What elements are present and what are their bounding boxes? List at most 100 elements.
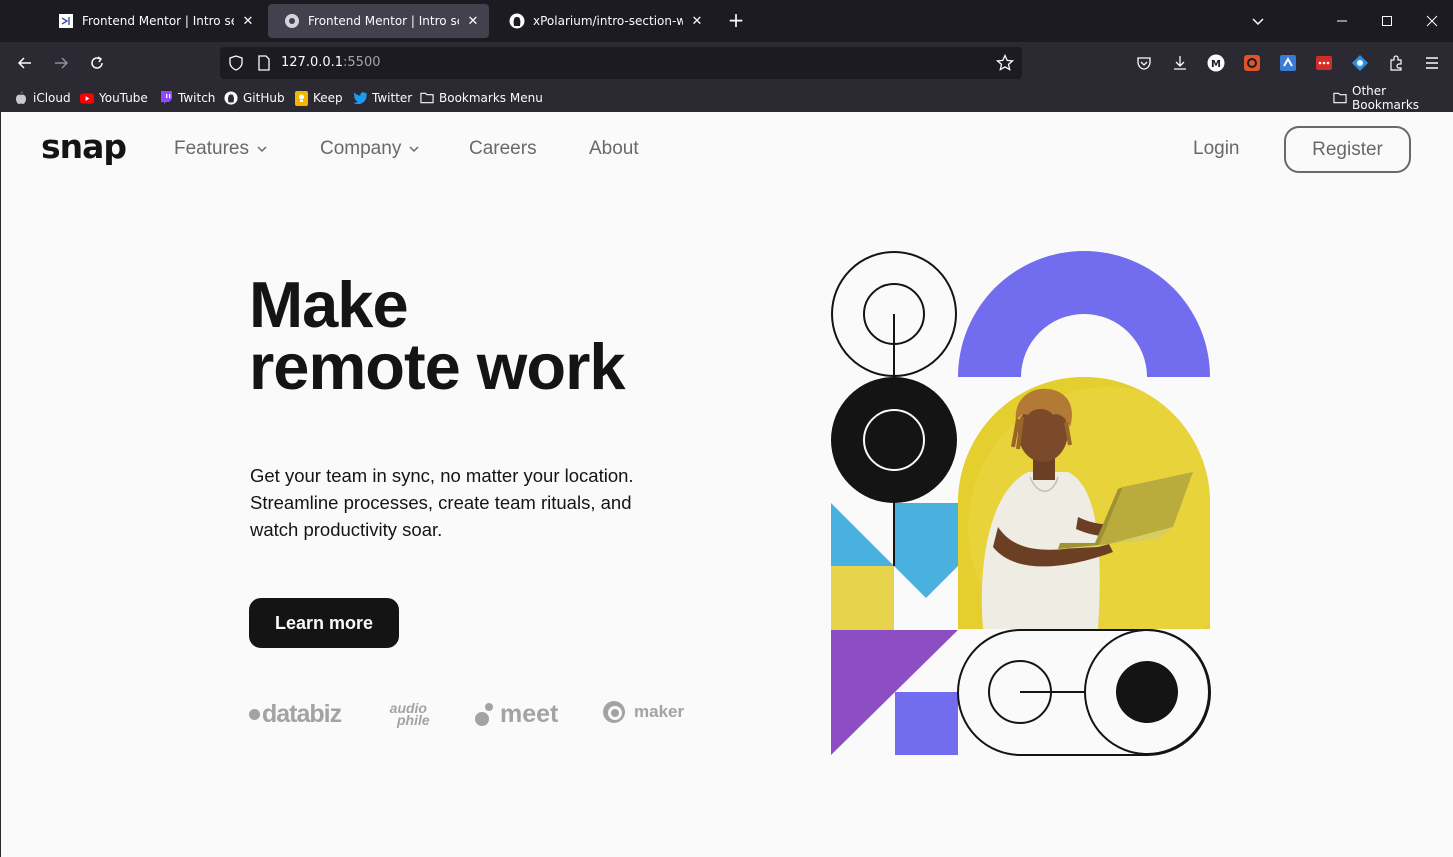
tab-title: xPolarium/intro-section-with-d (533, 14, 683, 28)
bookmark-github[interactable]: GitHub (224, 89, 285, 107)
nav-careers[interactable]: Careers (469, 138, 537, 160)
frontend-mentor-icon (58, 13, 74, 29)
page-viewport: snap Features Company Careers About Logi… (0, 112, 1453, 857)
tab-frontend-mentor-2[interactable]: Frontend Mentor | Intro section ✕ (268, 4, 489, 38)
new-tab-button[interactable]: + (726, 10, 746, 31)
client-maker-logo: maker (602, 700, 684, 724)
bookmark-label: Twitter (372, 91, 413, 105)
nav-company[interactable]: Company (320, 138, 419, 160)
tab-title: Frontend Mentor | Intro section (308, 14, 459, 28)
shield-icon[interactable] (228, 55, 244, 71)
download-icon[interactable] (1171, 54, 1189, 72)
medium-extension-icon[interactable]: M (1207, 54, 1225, 72)
snap-logo[interactable]: snap (41, 127, 127, 166)
register-button[interactable]: Register (1284, 126, 1411, 173)
meet-dots-icon (475, 702, 493, 726)
nav-features-label: Features (174, 138, 249, 159)
maker-text: maker (634, 702, 685, 721)
url-port: :5500 (343, 55, 381, 70)
bookmark-keep[interactable]: Keep (294, 89, 343, 107)
close-icon[interactable]: ✕ (240, 13, 256, 29)
chevron-down-icon (409, 145, 419, 152)
reload-icon[interactable] (85, 51, 109, 75)
hero-title-line-1: Make (249, 268, 409, 341)
bookmark-label: iCloud (33, 91, 71, 105)
bookmark-twitch[interactable]: Twitch (159, 89, 215, 107)
twitch-icon (159, 91, 173, 105)
bookmark-youtube[interactable]: YouTube (80, 89, 148, 107)
minimize-icon[interactable] (1333, 12, 1351, 30)
hero-title-line-2: remote work (249, 330, 626, 403)
menu-icon[interactable] (1423, 54, 1441, 72)
page-icon[interactable] (256, 55, 272, 71)
youtube-icon (80, 91, 94, 105)
pocket-icon[interactable] (1135, 54, 1153, 72)
bookmark-label: Bookmarks Menu (439, 91, 543, 105)
yellow-square (831, 566, 894, 630)
client-meet-logo: meet (474, 700, 558, 729)
bookmark-label: GitHub (243, 91, 285, 105)
tab-title: Frontend Mentor | Intro section (82, 14, 234, 28)
forward-icon[interactable] (49, 51, 73, 75)
extension-orange-icon[interactable] (1243, 54, 1261, 72)
navigation-toolbar: 127.0.0.1:5500 M (0, 42, 1453, 84)
tab-github[interactable]: xPolarium/intro-section-with-d ✕ (493, 4, 713, 38)
close-window-icon[interactable] (1423, 12, 1441, 30)
purple-arch (958, 251, 1210, 377)
bookmark-label: Other Bookmarks (1352, 84, 1420, 112)
hero-title: Make remote work (249, 268, 626, 403)
bookmark-label: Twitch (178, 91, 216, 105)
github-icon (509, 13, 525, 29)
star-icon[interactable] (995, 53, 1015, 72)
meet-text: meet (500, 700, 559, 728)
github-icon (224, 91, 238, 105)
bookmark-menu[interactable]: Bookmarks Menu (420, 89, 543, 107)
purple-small-square (895, 692, 958, 755)
bookmark-icloud[interactable]: iCloud (14, 89, 71, 107)
close-icon[interactable]: ✕ (465, 13, 481, 29)
maximize-icon[interactable] (1378, 12, 1396, 30)
folder-icon (420, 91, 434, 105)
url-host: 127.0.0.1 (281, 55, 344, 70)
hero-illustration (827, 248, 1217, 758)
hero-description: Get your team in sync, no matter your lo… (250, 465, 634, 540)
svg-text:M: M (1211, 59, 1221, 70)
twitter-icon (353, 91, 367, 105)
lastpass-icon[interactable] (1315, 54, 1333, 72)
extension-blue-icon[interactable] (1279, 54, 1297, 72)
chevron-down-icon[interactable] (1250, 13, 1266, 29)
client-audiophile-logo: audio phile (387, 701, 430, 728)
bookmarks-toolbar: iCloud YouTube Twitch GitHub Keep Twitte… (0, 84, 1453, 112)
url-bar[interactable]: 127.0.0.1:5500 (220, 47, 1022, 79)
nav-about[interactable]: About (589, 138, 639, 160)
chevron-down-icon (257, 145, 267, 152)
extensions-puzzle-icon[interactable] (1387, 54, 1405, 72)
databiz-text: databiz (262, 700, 342, 728)
hero-photo (958, 377, 1210, 629)
nav-features[interactable]: Features (174, 138, 267, 160)
learn-more-button[interactable]: Learn more (249, 598, 399, 648)
tab-frontend-mentor-1[interactable]: Frontend Mentor | Intro section ✕ (42, 4, 264, 38)
globe-icon (284, 13, 300, 29)
black-circle (831, 377, 957, 503)
bookmark-label: Keep (313, 91, 343, 105)
close-icon[interactable]: ✕ (689, 13, 705, 29)
folder-icon (1333, 91, 1347, 105)
login-link[interactable]: Login (1193, 138, 1240, 160)
url-text[interactable]: 127.0.0.1:5500 (281, 55, 381, 70)
apple-icon (14, 91, 28, 105)
keep-icon (294, 90, 308, 106)
client-databiz-logo: databiz (249, 700, 342, 729)
person-with-laptop-image (958, 377, 1210, 629)
bookmark-twitter[interactable]: Twitter (353, 89, 412, 107)
extension-diamond-icon[interactable] (1351, 54, 1369, 72)
bookmark-other[interactable]: Other Bookmarks (1333, 84, 1453, 112)
back-icon[interactable] (13, 51, 37, 75)
nav-company-label: Company (320, 138, 402, 159)
bookmark-label: YouTube (99, 91, 148, 105)
maker-circle-icon (603, 701, 625, 723)
audiophile-text-bottom: phile (397, 712, 430, 728)
pill-black-dot (1116, 661, 1178, 723)
tab-bar: Frontend Mentor | Intro section ✕ Fronte… (0, 0, 1453, 42)
databiz-dot-icon (249, 709, 260, 720)
